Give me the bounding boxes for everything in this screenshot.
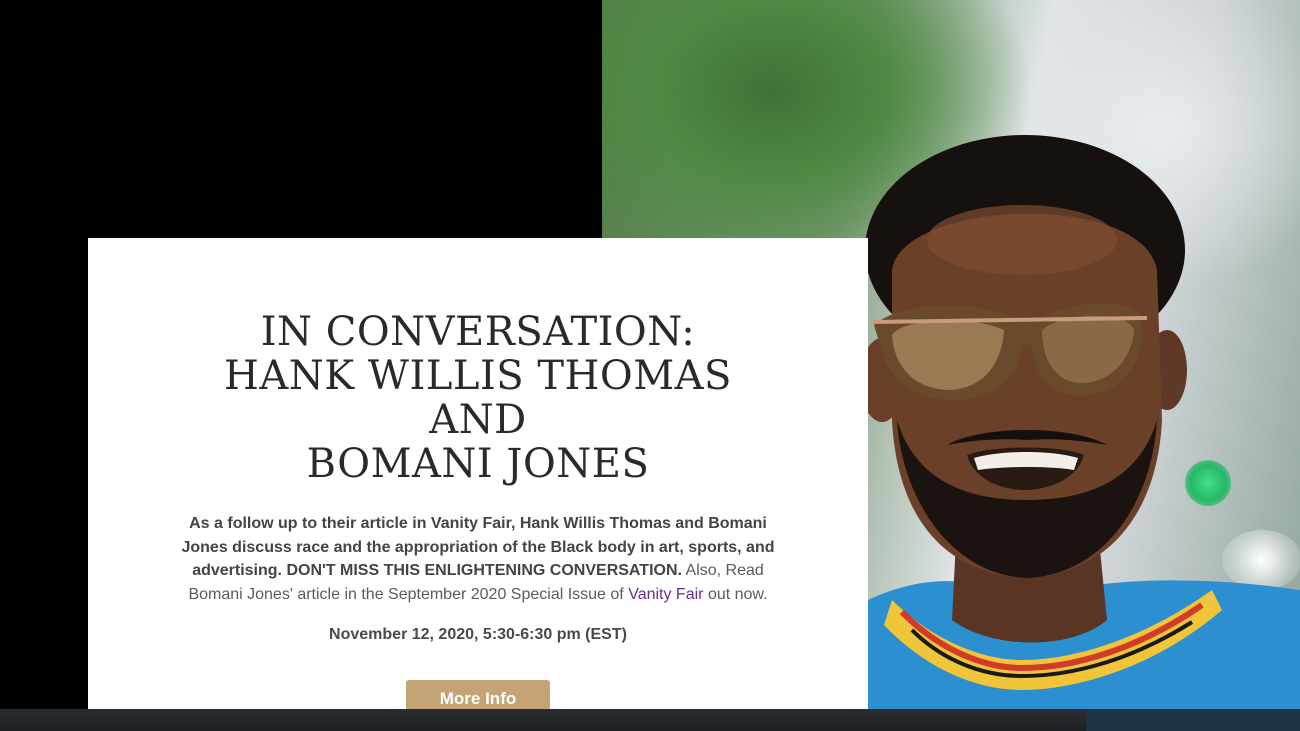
bottom-bar: [0, 709, 1300, 731]
event-date: November 12, 2020, 5:30-6:30 pm (EST): [329, 626, 627, 643]
event-title-line-1: IN CONVERSATION:: [260, 309, 696, 355]
event-title: IN CONVERSATION: HANK WILLIS THOMAS AND …: [178, 310, 778, 486]
event-title-line-2: HANK WILLIS THOMAS AND: [224, 353, 732, 443]
event-card: IN CONVERSATION: HANK WILLIS THOMAS AND …: [88, 238, 868, 718]
event-title-line-3: BOMANI JONES: [306, 441, 650, 487]
bottom-bar-right-block: [1086, 709, 1300, 731]
vanity-fair-link[interactable]: Vanity Fair: [628, 586, 703, 603]
event-description-tail: out now.: [707, 585, 768, 603]
event-description: As a follow up to their article in Vanit…: [178, 512, 778, 606]
